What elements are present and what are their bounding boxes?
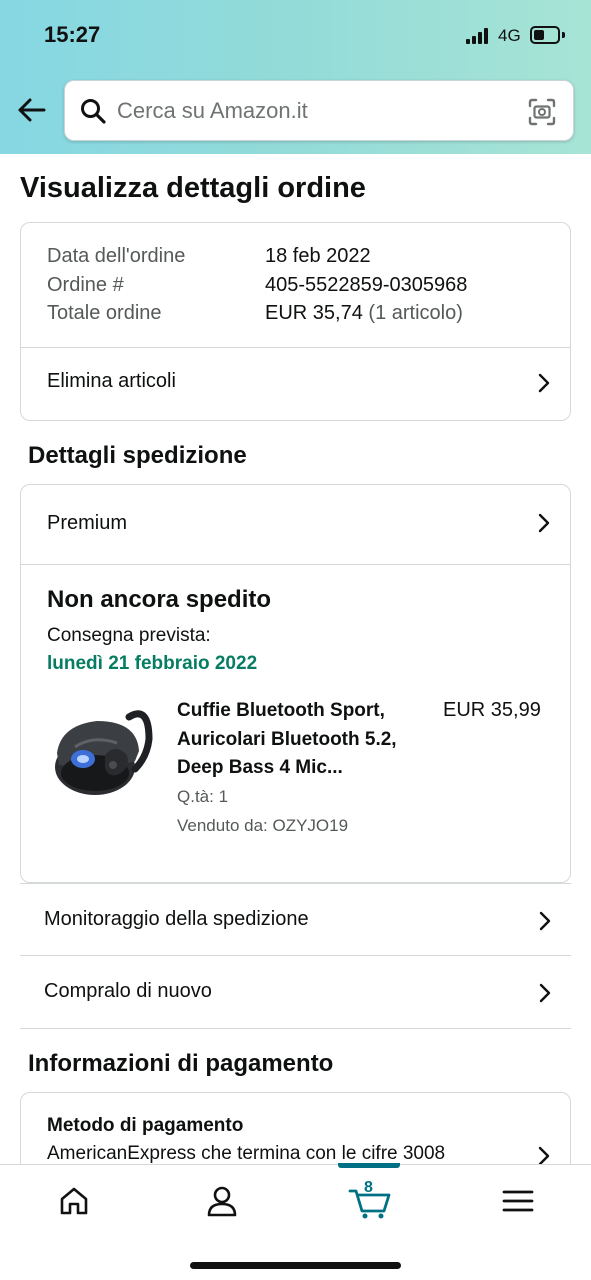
cart-count-badge: 8 xyxy=(364,1179,373,1196)
camera-scan-icon[interactable] xyxy=(527,97,557,127)
order-total-value: EUR 35,74 (1 articolo) xyxy=(265,302,463,325)
chevron-right-icon xyxy=(537,982,553,1004)
order-item-count: (1 articolo) xyxy=(368,302,463,324)
track-shipment-row[interactable]: Monitoraggio della spedizione xyxy=(20,883,571,956)
back-arrow-icon[interactable] xyxy=(14,92,50,128)
payment-method-label: Metodo di pagamento xyxy=(47,1115,244,1136)
product-title[interactable]: Cuffie Bluetooth Sport, Auricolari Bluet… xyxy=(177,697,427,783)
app-header: 15:27 4G xyxy=(0,0,591,154)
shipping-speed-row[interactable]: Premium xyxy=(21,485,570,564)
search-input[interactable] xyxy=(117,95,517,127)
page-title: Visualizza dettagli ordine xyxy=(20,172,366,204)
search-bar[interactable] xyxy=(64,80,574,141)
status-time: 15:27 xyxy=(44,22,101,47)
delete-items-row[interactable]: Elimina articoli xyxy=(21,348,570,420)
battery-icon xyxy=(530,26,560,44)
card-divider xyxy=(21,564,570,565)
buy-again-row[interactable]: Compralo di nuovo xyxy=(20,956,571,1029)
search-icon xyxy=(79,97,107,125)
shipment-status: Non ancora spedito xyxy=(47,586,272,613)
menu-icon[interactable] xyxy=(500,1183,536,1219)
home-indicator xyxy=(190,1262,401,1269)
status-bar: 15:27 4G xyxy=(0,0,591,70)
battery-tip xyxy=(562,32,565,38)
track-shipment-label: Monitoraggio della spedizione xyxy=(44,908,309,930)
product-image[interactable] xyxy=(45,695,155,810)
bottom-navigation: 8 xyxy=(0,1163,591,1280)
signal-icon xyxy=(466,28,492,44)
payment-method-value: AmericanExpress che termina con le cifre… xyxy=(47,1143,446,1164)
delivery-label: Consegna prevista: xyxy=(47,625,211,646)
chevron-right-icon xyxy=(536,512,552,534)
delivery-date: lunedì 21 febbraio 2022 xyxy=(47,653,258,674)
order-total-amount: EUR 35,74 xyxy=(265,302,363,324)
active-tab-indicator xyxy=(338,1163,400,1168)
order-total-label: Totale ordine xyxy=(47,302,162,324)
shipping-speed-label: Premium xyxy=(47,512,128,534)
account-icon[interactable] xyxy=(204,1183,240,1219)
order-summary-card: Data dell'ordine 18 feb 2022 Ordine # 40… xyxy=(20,222,571,421)
product-seller: Venduto da: OZYJO19 xyxy=(177,816,349,835)
network-label: 4G xyxy=(498,26,521,45)
order-date-value: 18 feb 2022 xyxy=(265,245,371,267)
order-date-label: Data dell'ordine xyxy=(47,245,186,267)
delete-items-label: Elimina articoli xyxy=(47,370,176,392)
order-number-value: 405-5522859-0305968 xyxy=(265,274,468,296)
home-icon[interactable] xyxy=(56,1183,92,1219)
payment-section-title: Informazioni di pagamento xyxy=(28,1050,334,1077)
product-price: EUR 35,99 xyxy=(443,699,541,721)
product-quantity: Q.tà: 1 xyxy=(177,787,229,806)
shipping-card: Premium Non ancora spedito Consegna prev… xyxy=(20,484,571,883)
chevron-right-icon xyxy=(537,910,553,932)
buy-again-label: Compralo di nuovo xyxy=(44,980,212,1002)
chevron-right-icon xyxy=(536,372,552,394)
order-number-label: Ordine # xyxy=(47,274,124,296)
shipping-section-title: Dettagli spedizione xyxy=(28,442,247,469)
